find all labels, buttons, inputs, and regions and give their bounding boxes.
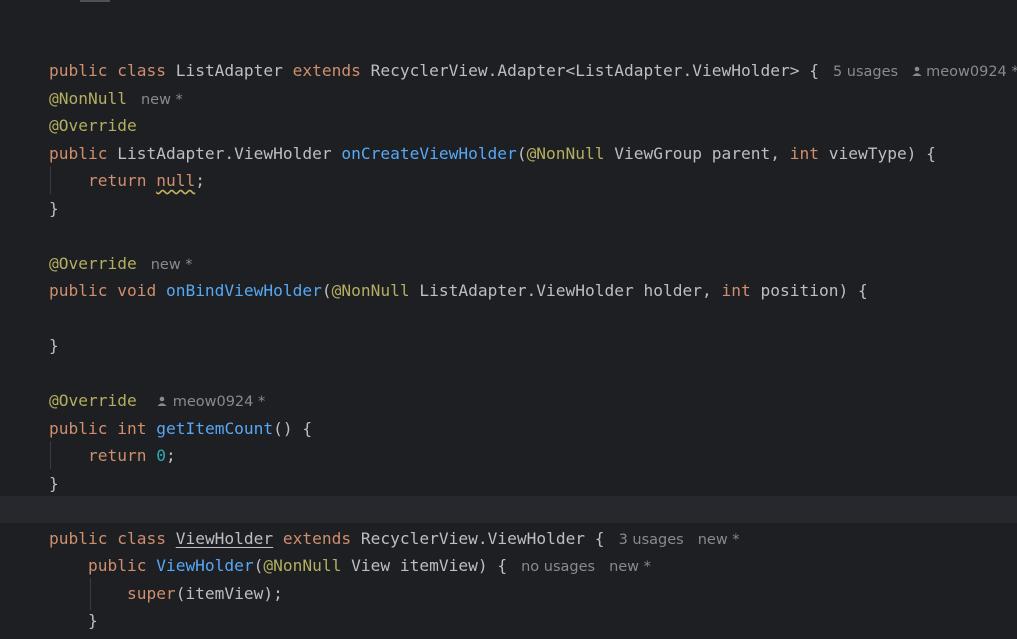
keyword-public: public [87,556,147,575]
superclass[interactable]: RecyclerView.Adapter<ListAdapter.ViewHol… [371,61,800,80]
code-line[interactable]: @Override [10,112,137,139]
arguments: (itemView); [175,584,283,603]
paren: ( [516,144,527,163]
parameter: View itemView) { [351,556,508,575]
code-line-method-signature[interactable]: public void onBindViewHolder(@NonNull Li… [10,277,868,304]
new-hint[interactable]: new * [609,559,651,575]
usages-hint[interactable]: no usages [521,559,595,575]
keyword-int: int [117,419,147,438]
code-line[interactable]: @NonNull new * [10,85,183,112]
folded-region-marker[interactable] [80,0,110,2]
inner-class-name[interactable]: ViewHolder [176,529,273,548]
brace: } [87,611,98,630]
method-name[interactable]: onCreateViewHolder [341,144,516,163]
superclass[interactable]: RecyclerView.ViewHolder { [361,529,605,548]
null-literal-warning[interactable]: null [156,171,195,190]
method-name[interactable]: onBindViewHolder [166,281,322,300]
number-literal: 0 [156,446,166,465]
paren: () { [273,419,313,438]
code-line-method-signature[interactable]: public ListAdapter.ViewHolder onCreateVi… [10,140,936,167]
usages-hint[interactable]: 3 usages [619,532,684,548]
paren: ( [321,281,332,300]
brace: { [809,61,819,81]
code-line-inner-class[interactable]: public class ViewHolder extends Recycler… [10,525,740,552]
return-type: ListAdapter.ViewHolder [117,144,332,163]
paren: ( [253,556,264,575]
code-line[interactable]: } [10,470,59,497]
annotation-nonnull: @NonNull [48,89,127,108]
parameter: position) { [760,281,868,300]
code-line[interactable]: super(itemView); [10,580,283,607]
keyword-extends: extends [282,529,352,548]
keyword-class: class [117,529,166,548]
user-icon [912,57,922,77]
parameter: ViewGroup parent, [614,144,780,163]
code-line[interactable]: return 0; [10,442,176,469]
annotation-nonnull: @NonNull [526,144,605,163]
keyword-public: public [48,529,108,548]
keyword-return: return [87,446,147,465]
annotation-nonnull: @NonNull [331,281,410,300]
annotation-override: @Override [48,116,137,135]
class-name[interactable]: ListAdapter [176,61,283,80]
keyword-super: super [126,584,176,603]
keyword-extends: extends [292,61,361,81]
code-line-constructor[interactable]: public ViewHolder(@NonNull View itemView… [10,552,651,579]
keyword-public: public [48,281,108,300]
code-line[interactable]: return null; [10,167,205,194]
keyword-int: int [789,144,819,163]
new-hint[interactable]: new * [141,92,183,108]
new-hint[interactable]: new * [698,532,740,548]
brace: } [48,199,59,218]
usages-hint[interactable]: 5 usages [833,64,898,80]
new-hint[interactable]: new * [151,257,193,273]
code-line[interactable]: } [10,195,59,222]
author-hint[interactable]: meow0924 * [173,394,266,410]
parameter: ListAdapter.ViewHolder holder, [419,281,712,300]
keyword-public: public [48,144,108,163]
user-icon [157,387,167,406]
keyword-class: class [117,61,166,81]
semicolon: ; [195,171,205,190]
annotation-override: @Override [48,391,137,410]
current-line-highlight [0,496,1017,523]
parameter: viewType) { [828,144,936,163]
code-line-method-signature[interactable]: public int getItemCount() { [10,415,312,442]
code-line-class-declaration[interactable]: public class ListAdapter extends Recycle… [10,30,1017,80]
code-line[interactable]: } [10,332,59,359]
code-editor[interactable]: public class ListAdapter extends Recycle… [0,0,1017,639]
keyword-void: void [117,281,157,300]
keyword-int: int [721,281,751,300]
code-line[interactable]: @Override new * [10,250,193,277]
method-name[interactable]: getItemCount [156,419,273,438]
annotation-nonnull: @NonNull [263,556,342,575]
keyword-return: return [87,171,147,190]
semicolon: ; [165,446,176,465]
brace: } [48,336,59,355]
code-line[interactable]: } [10,607,98,634]
constructor-name[interactable]: ViewHolder [156,556,253,575]
keyword-public: public [48,419,108,438]
code-line[interactable]: @Override meow0924 * [10,387,265,414]
keyword-public: public [48,61,108,81]
annotation-override: @Override [48,254,137,273]
author-hint[interactable]: meow0924 * [926,64,1017,80]
brace: } [48,474,59,493]
